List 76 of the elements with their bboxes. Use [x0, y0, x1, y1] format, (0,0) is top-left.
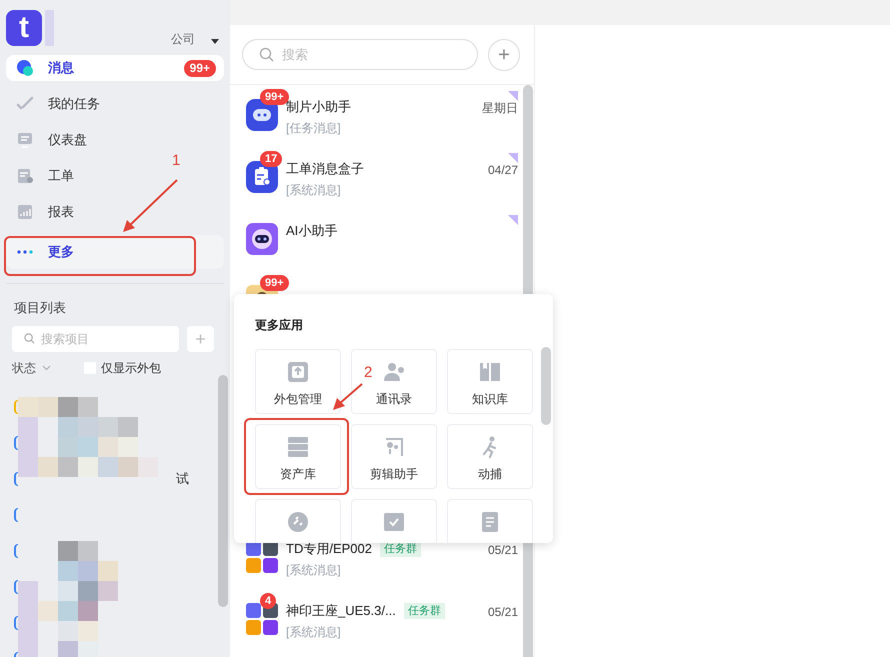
- app-tile[interactable]: 剪辑助手: [351, 424, 437, 489]
- nav-item[interactable]: 报表: [6, 199, 224, 225]
- film-check-icon: [382, 510, 406, 534]
- caret-icon: [211, 39, 219, 44]
- search-icon: [24, 333, 35, 344]
- search-input[interactable]: 搜索项目: [41, 330, 161, 348]
- nav-item[interactable]: 消息 99+: [6, 55, 224, 81]
- nav-label: 我的任务: [48, 95, 100, 114]
- chat-title: 神印王座_UE5.3/...: [286, 602, 396, 620]
- search-field[interactable]: 搜索项目: [12, 326, 179, 352]
- annotation-number: 1: [172, 153, 180, 168]
- nav-label: 仪表盘: [48, 131, 87, 150]
- group-avatar-icon: [246, 603, 278, 635]
- search-input[interactable]: 搜索: [282, 44, 452, 64]
- message-preview: [系统消息]: [286, 182, 342, 198]
- monitor-icon: [16, 131, 34, 149]
- app-tile[interactable]: 知识库: [447, 349, 533, 414]
- search-field[interactable]: 搜索: [242, 39, 478, 70]
- chat-bubble-icon: [16, 59, 34, 77]
- clipboard-avatar-icon: [246, 161, 278, 193]
- pin-corner-icon: [508, 215, 518, 225]
- unread-badge: 99+: [184, 60, 216, 76]
- message-time: 05/21: [488, 604, 518, 621]
- message-time: 星期日: [482, 100, 518, 117]
- message-time: 05/21: [488, 542, 518, 559]
- annotation-arrow: [123, 179, 178, 232]
- status-filter[interactable]: 状态: [12, 358, 36, 376]
- annotation-number: 2: [364, 365, 372, 380]
- chat-title: TD专用/EP002: [286, 540, 372, 558]
- contacts-icon: [382, 360, 406, 384]
- nav-label: 报表: [48, 203, 74, 222]
- checkbox-label: 仅显示外包: [101, 360, 161, 376]
- message-time: 04/27: [488, 162, 518, 179]
- pixelated-area: [45, 10, 54, 46]
- robot-avatar-icon: [246, 223, 278, 255]
- unread-badge: 4: [260, 593, 276, 609]
- unread-badge: 99+: [260, 275, 289, 291]
- pin-corner-icon: [508, 91, 518, 101]
- annotation-arrow: [333, 383, 363, 410]
- more-dots-icon: [16, 249, 34, 255]
- nav-label: 消息: [48, 59, 74, 78]
- group-tag: 任务群: [404, 602, 445, 619]
- chat-title: 制片小助手: [286, 98, 351, 116]
- nav-label: 更多: [48, 243, 74, 262]
- project-name: 试: [176, 470, 189, 488]
- add-button[interactable]: +: [488, 38, 520, 70]
- pin-corner-icon: [508, 153, 518, 163]
- chat-title: AI小助手: [286, 222, 338, 240]
- chart-icon: [16, 203, 34, 221]
- chevron-down-icon: [42, 364, 51, 370]
- message-preview: [系统消息]: [286, 562, 342, 578]
- popup-title: 更多应用: [255, 317, 304, 334]
- search-icon: [259, 47, 274, 62]
- upload-box-icon: [286, 360, 310, 384]
- unread-badge: 17: [260, 151, 282, 167]
- message-preview: [系统消息]: [286, 624, 342, 640]
- scrollbar[interactable]: [218, 375, 228, 607]
- company-name: 公司: [171, 31, 195, 48]
- app-tile[interactable]: 资产库: [255, 424, 341, 489]
- nav-label: 工单: [48, 167, 74, 186]
- scrollbar[interactable]: [541, 347, 551, 425]
- app-tile[interactable]: 外包管理: [255, 349, 341, 414]
- robot-avatar-icon: [246, 99, 278, 131]
- message-preview: [任务消息]: [286, 120, 342, 136]
- server-icon: [286, 435, 310, 459]
- chat-title: 工单消息盒子: [286, 160, 364, 178]
- nav-item[interactable]: 更多: [6, 235, 224, 269]
- section-title: 项目列表: [14, 299, 67, 317]
- nav-item[interactable]: 仪表盘: [6, 127, 224, 153]
- form-icon: [16, 167, 34, 185]
- nav-item[interactable]: 我的任务: [6, 91, 224, 117]
- app-logo: t: [6, 10, 42, 46]
- app-tile[interactable]: 动捕: [447, 424, 533, 489]
- link-circle-icon: [286, 510, 310, 534]
- group-avatar-icon: [246, 541, 278, 573]
- book-icon: [478, 360, 502, 384]
